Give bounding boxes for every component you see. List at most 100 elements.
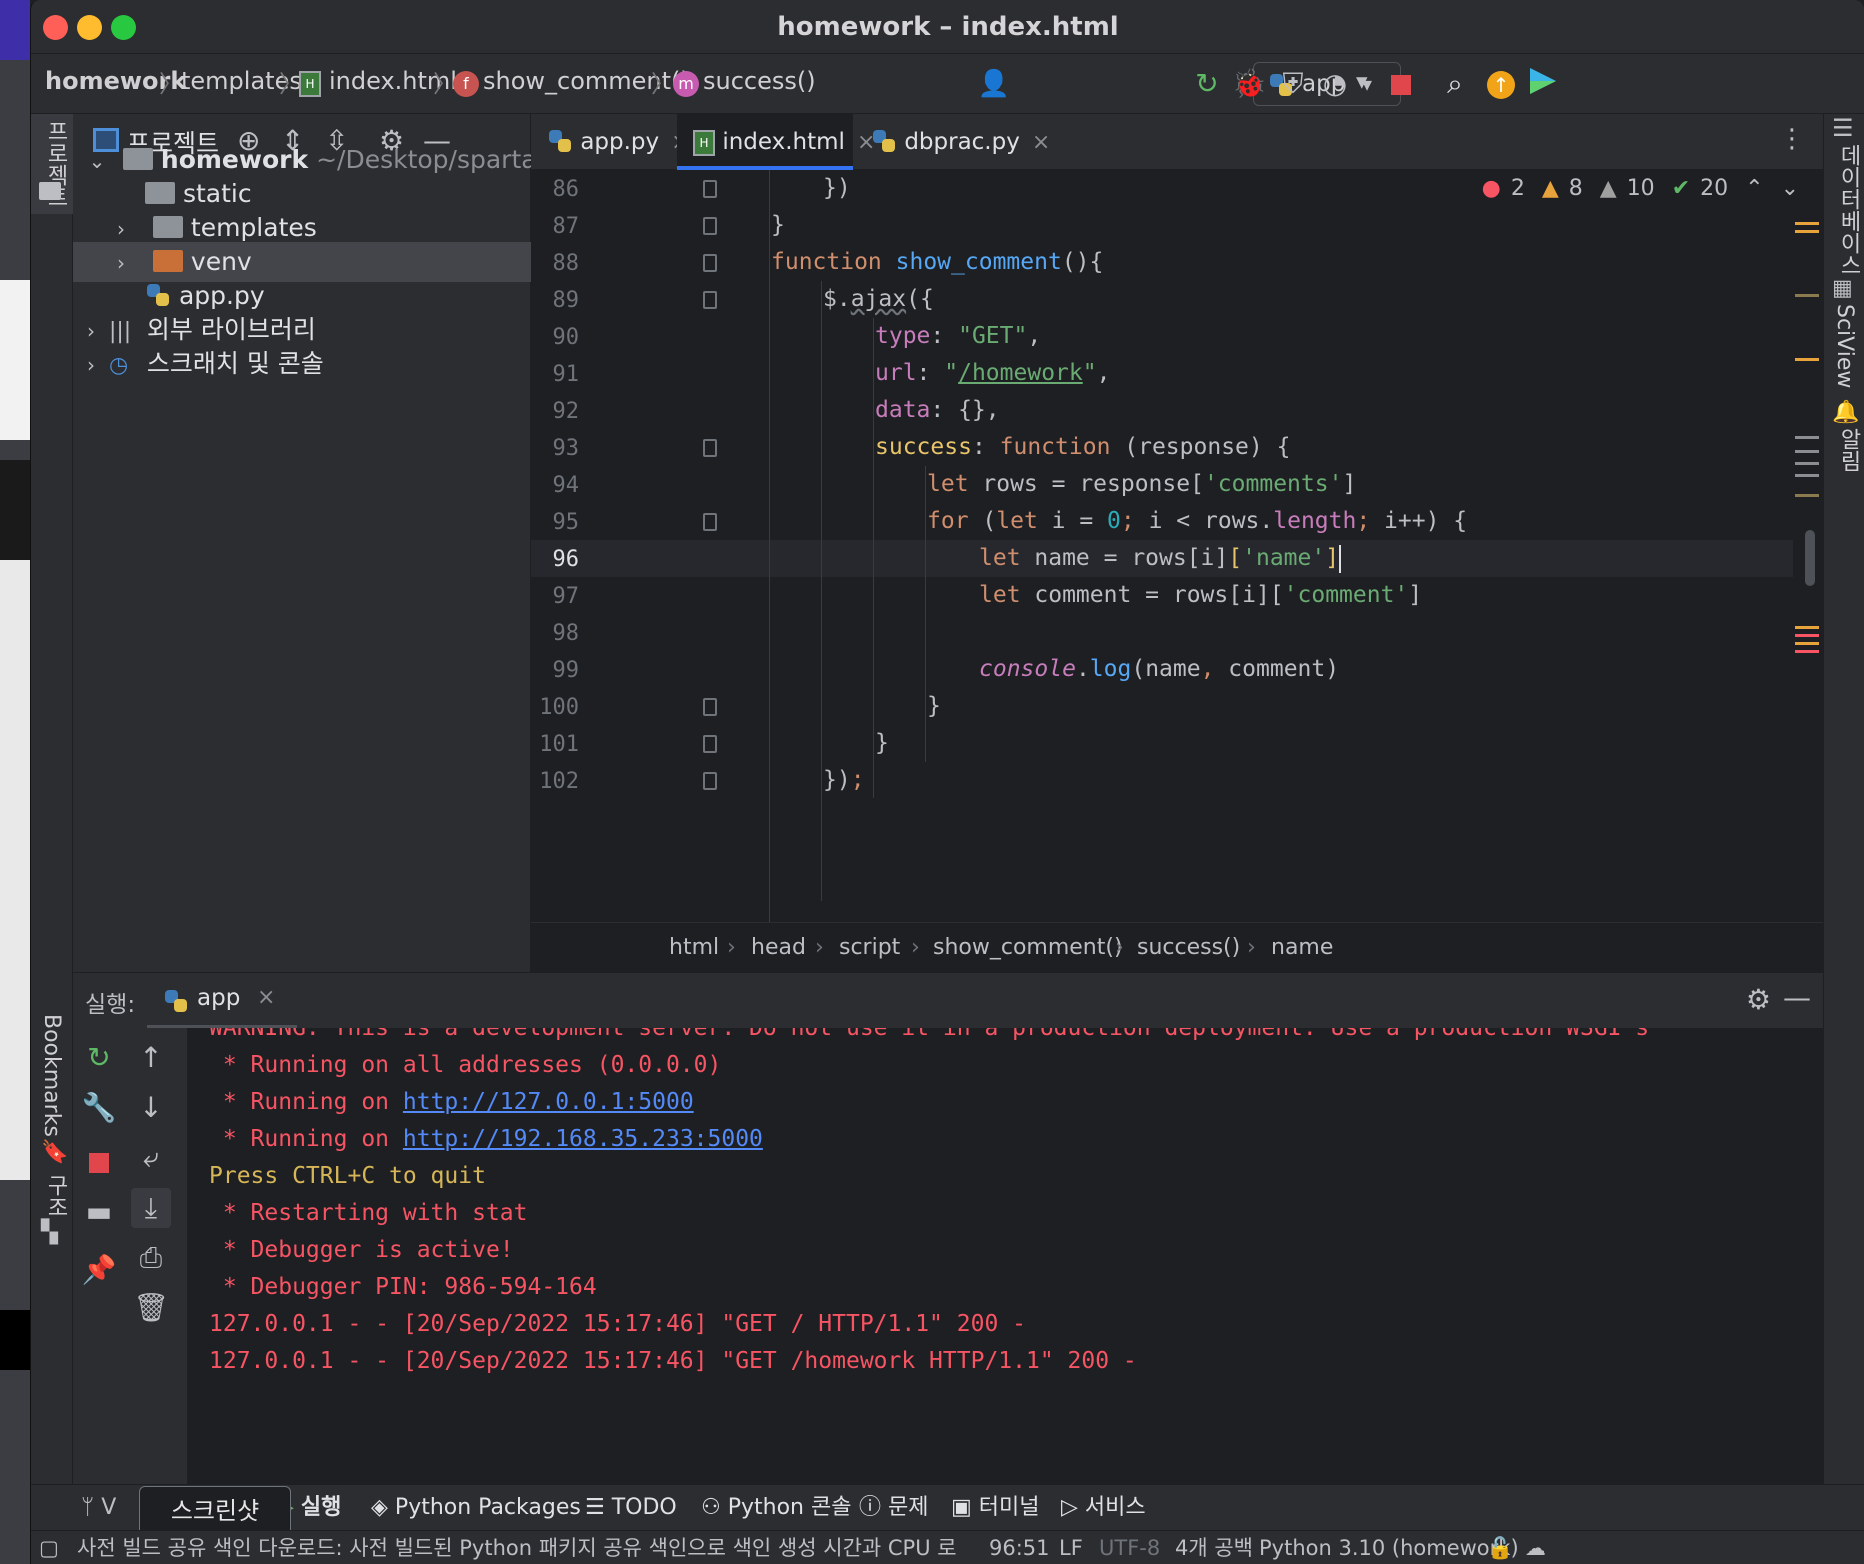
toolwindow-todo[interactable]: ☰ TODO (585, 1485, 677, 1531)
error-stripe-mark[interactable] (1795, 222, 1819, 225)
error-stripe-mark[interactable] (1795, 294, 1819, 297)
fold-marker-icon[interactable] (703, 439, 717, 457)
structure-tool-label[interactable]: 구조 (39, 1174, 71, 1218)
rerun-icon[interactable]: ↻ (1189, 66, 1225, 102)
toolwindow-terminal[interactable]: ▣ 터미널 (951, 1485, 1040, 1531)
tab-dbprac-py[interactable]: dbprac.py × (855, 114, 1050, 170)
trash-icon[interactable]: 🗑 (131, 1288, 171, 1328)
tree-item-label: templates (190, 213, 317, 242)
stop-icon[interactable] (79, 1142, 119, 1182)
run-tab-app[interactable]: app × (147, 973, 297, 1029)
stop-icon[interactable] (1383, 66, 1419, 102)
previous-highlight-icon[interactable]: ⌃ (1745, 176, 1763, 201)
server-link[interactable]: http://127.0.0.1:5000 (403, 1089, 694, 1115)
bookmarks-tool-label[interactable]: Bookmarks (39, 1014, 64, 1137)
pin-icon[interactable]: 📌 (79, 1250, 119, 1290)
fold-marker-icon[interactable] (703, 735, 717, 753)
code-crumb[interactable]: show_comment() (933, 923, 1123, 973)
event-log-icon[interactable]: ☁ (1525, 1531, 1546, 1564)
close-icon[interactable]: × (1032, 130, 1050, 155)
chevron-right-icon: 〉 (159, 70, 183, 98)
fold-marker-icon[interactable] (703, 513, 717, 531)
wrench-icon[interactable]: 🔧 (79, 1088, 119, 1128)
jetbrains-logo-icon[interactable] (1525, 66, 1561, 102)
error-stripe-mark[interactable] (1795, 650, 1819, 653)
tree-item-path: ~/Desktop/sparta/ (316, 145, 546, 174)
file-encoding[interactable]: UTF-8 (1099, 1531, 1160, 1564)
update-icon[interactable]: ↑ (1483, 66, 1519, 102)
arrow-down-icon[interactable]: ↓ (131, 1088, 171, 1128)
console-line: 127.0.0.1 - - [20/Sep/2022 15:17:46] "GE… (209, 1311, 1026, 1337)
tree-item-label: venv (190, 247, 252, 276)
error-stripe-mark[interactable] (1795, 626, 1819, 629)
code-crumb[interactable]: name (1271, 923, 1333, 973)
error-stripe-mark[interactable] (1795, 230, 1819, 233)
more-run-actions-icon[interactable]: ▾ (1349, 66, 1385, 102)
fold-marker-icon[interactable] (703, 772, 717, 790)
terminal-icon: ▣ (951, 1495, 972, 1520)
toolwindow-python-console[interactable]: ⚇ Python 콘솔 (701, 1485, 851, 1531)
python-interpreter[interactable]: Python 3.10 (homework) (1259, 1531, 1519, 1564)
profile-icon[interactable]: ◔ (1317, 66, 1353, 102)
notifications-tool-label[interactable]: 알림 (1832, 428, 1864, 472)
scrollbar-thumb[interactable] (1805, 530, 1815, 586)
error-stripe-mark[interactable] (1795, 450, 1819, 453)
fold-marker-icon[interactable] (703, 291, 717, 309)
desktop-fragment (0, 1310, 30, 1370)
user-account-icon[interactable]: 👤▾ (976, 66, 1012, 135)
coverage-icon[interactable]: ⛨ (1275, 66, 1311, 102)
fold-marker-icon[interactable] (703, 180, 717, 198)
code-crumb[interactable]: script (839, 923, 900, 973)
error-stripe-mark[interactable] (1795, 474, 1819, 477)
toolwindow-python-packages[interactable]: ◈ Python Packages (371, 1485, 581, 1531)
error-stripe-mark[interactable] (1795, 642, 1819, 645)
code-view[interactable]: }) } function show_comment(){ $.ajax({ t… (531, 170, 1823, 922)
debug-icon[interactable]: 🐞 (1231, 66, 1267, 102)
soft-wrap-icon[interactable]: ⤶ (131, 1138, 171, 1178)
tab-index-html[interactable]: H index.html × (677, 114, 875, 170)
nav-crumb-method[interactable]: success() (703, 67, 816, 95)
status-message[interactable]: 사전 빌드 공유 색인 다운로드: 사전 빌드된 Python 패키지 공유 색… (77, 1531, 957, 1564)
error-stripe-mark[interactable] (1795, 462, 1819, 465)
error-stripe-mark[interactable] (1795, 436, 1819, 439)
next-highlight-icon[interactable]: ⌄ (1781, 176, 1799, 201)
server-link[interactable]: http://192.168.35.233:5000 (403, 1126, 763, 1152)
sciview-tool-label[interactable]: SciView (1832, 304, 1857, 388)
arrow-up-icon[interactable]: ↑ (131, 1038, 171, 1078)
tree-item-scratches[interactable]: › ◷ 스크래치 및 콘솔 (73, 344, 531, 384)
error-stripe-mark[interactable] (1795, 494, 1819, 497)
bookmark-icon: 🔖 (41, 1140, 69, 1165)
fold-marker-icon[interactable] (703, 254, 717, 272)
structure-icon: ▚ (41, 1220, 58, 1245)
toolwindow-problems[interactable]: ⓘ 문제 (859, 1485, 929, 1531)
problems-icon: ⓘ (859, 1495, 882, 1520)
search-icon[interactable]: ⌕ (1437, 66, 1473, 102)
indent-setting[interactable]: 4개 공백 (1175, 1531, 1253, 1564)
inspection-widget[interactable]: ● 2 ▲ 8 ▲ 10 ✔ 20 ⌃ ⌄ (1472, 176, 1799, 201)
layout-icon[interactable]: ▬ (79, 1192, 119, 1232)
fold-marker-icon[interactable] (703, 698, 717, 716)
line-separator[interactable]: LF (1059, 1531, 1083, 1564)
code-crumb[interactable]: html (669, 923, 719, 973)
database-tool-label[interactable]: 데이터베이스 (1832, 144, 1864, 276)
toolwindow-services[interactable]: ▷ 서비스 (1061, 1485, 1146, 1531)
code-crumb[interactable]: success() (1137, 923, 1240, 973)
lock-icon[interactable]: 🔓 (1487, 1531, 1513, 1564)
rerun-icon[interactable]: ↻ (79, 1038, 119, 1078)
close-icon[interactable]: × (257, 985, 275, 1010)
gear-icon[interactable]: ⚙ (1746, 983, 1771, 1016)
panel-toggle-icon[interactable]: ▢ (39, 1531, 59, 1564)
error-stripe-mark[interactable] (1795, 634, 1819, 637)
more-tabs-icon[interactable]: ⋮ (1779, 124, 1805, 154)
print-icon[interactable]: ⎙ (131, 1238, 171, 1278)
code-crumb[interactable]: head (751, 923, 806, 973)
fold-marker-icon[interactable] (703, 217, 717, 235)
run-console[interactable]: WARNING: This is a development server. D… (187, 1028, 1823, 1484)
hide-panel-icon[interactable]: — (1783, 981, 1811, 1014)
vcs-branch-icon[interactable]: ᛘ V (81, 1485, 116, 1531)
line-number: 102 (539, 769, 579, 794)
cursor-position[interactable]: 96:51 (989, 1531, 1050, 1564)
scroll-to-end-icon[interactable]: ⤓ (131, 1188, 171, 1228)
tab-app-py[interactable]: app.py× (531, 114, 690, 170)
error-stripe-mark[interactable] (1795, 358, 1819, 361)
